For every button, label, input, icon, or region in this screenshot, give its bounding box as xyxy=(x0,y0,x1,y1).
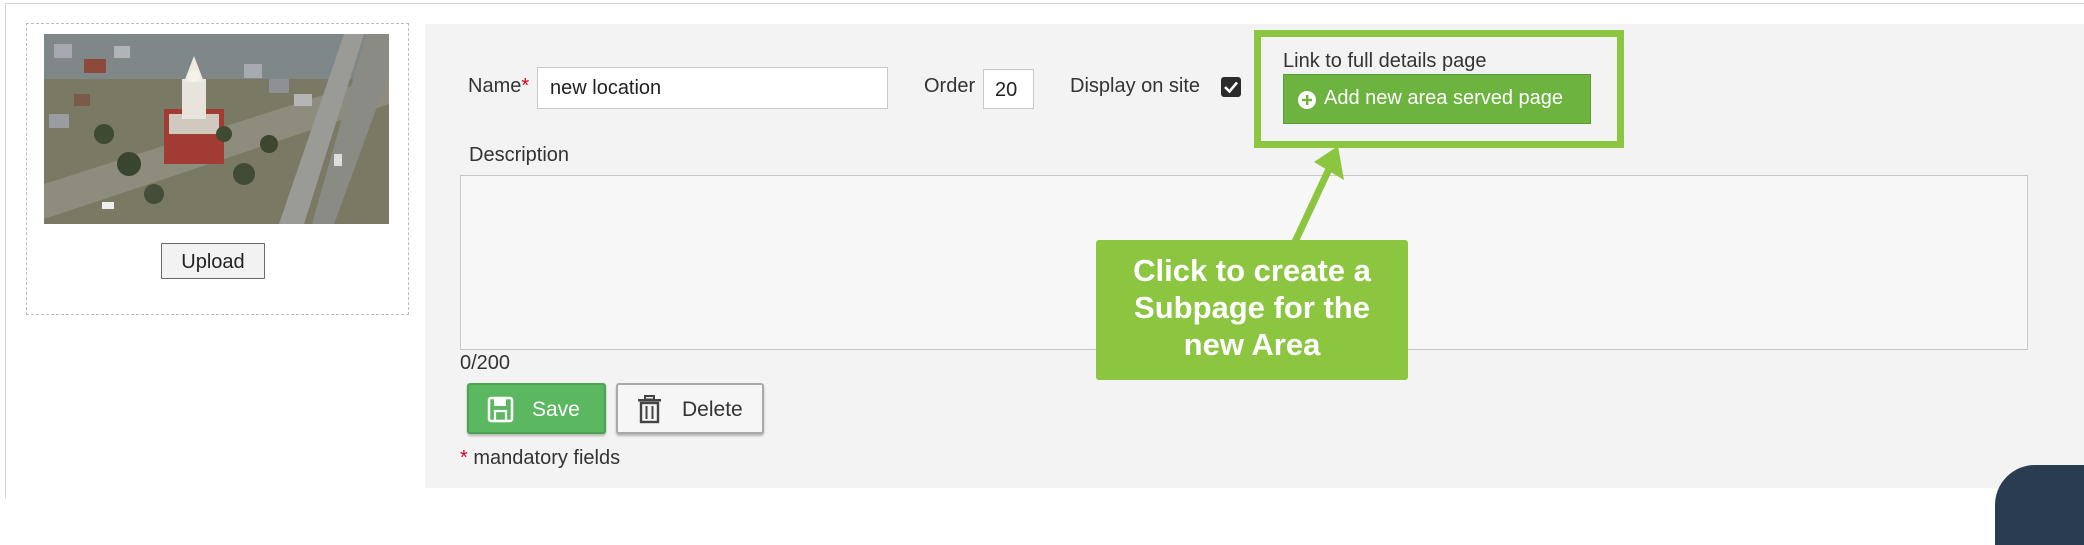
plus-circle-icon xyxy=(1298,91,1316,109)
image-card: Upload xyxy=(26,23,409,315)
display-on-site-checkbox[interactable] xyxy=(1221,77,1241,97)
callout-line-2: Subpage for the xyxy=(1134,290,1370,325)
save-button[interactable]: Save xyxy=(467,383,606,434)
name-label: Name* xyxy=(468,75,529,98)
add-area-page-button[interactable]: Add new area served page xyxy=(1283,74,1591,124)
checkmark-icon xyxy=(1224,81,1238,94)
mandatory-note-text: mandatory fields xyxy=(473,447,621,469)
callout-line-3: new Area xyxy=(1183,327,1321,362)
trash-icon xyxy=(638,395,661,424)
save-button-label: Save xyxy=(532,398,580,421)
description-label: Description xyxy=(469,144,570,166)
order-input[interactable]: 20 xyxy=(983,69,1034,109)
callout-arrow-icon xyxy=(1290,146,1344,246)
name-input[interactable]: new location xyxy=(537,67,888,109)
upload-button[interactable]: Upload xyxy=(161,243,265,279)
name-label-text: Name xyxy=(468,75,522,97)
required-marker: * xyxy=(521,75,530,97)
callout-line-1: Click to create a xyxy=(1133,253,1371,288)
location-photo xyxy=(44,34,389,224)
delete-button-label: Delete xyxy=(682,398,743,421)
char-counter: 0/200 xyxy=(460,352,511,374)
display-on-site-label: Display on site xyxy=(1070,75,1201,97)
floppy-disk-icon xyxy=(487,396,514,423)
delete-button[interactable]: Delete xyxy=(616,383,764,434)
order-label: Order xyxy=(924,75,976,97)
link-details-label: Link to full details page xyxy=(1283,50,1487,72)
chat-widget-button[interactable] xyxy=(1995,465,2084,545)
mandatory-note: * mandatory fields xyxy=(460,447,620,470)
add-area-page-button-label: Add new area served page xyxy=(1324,87,1564,109)
callout-tooltip: Click to create a Subpage for the new Ar… xyxy=(1096,240,1408,380)
mandatory-marker: * xyxy=(460,447,468,469)
